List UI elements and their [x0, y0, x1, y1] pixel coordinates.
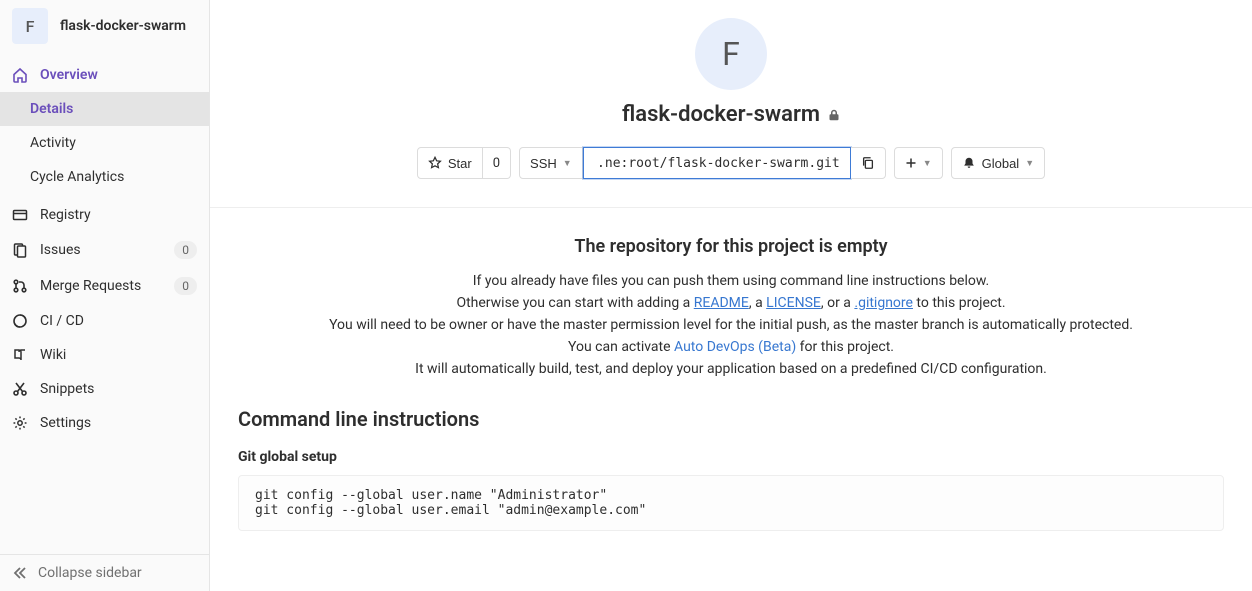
notification-group: Global ▼	[951, 147, 1046, 179]
issues-count-badge: 0	[174, 241, 197, 259]
cicd-icon	[12, 313, 28, 329]
copy-icon	[861, 156, 875, 170]
cli-section: Command line instructions Git global set…	[210, 403, 1252, 555]
sidebar-label-registry: Registry	[40, 207, 197, 223]
sidebar-item-issues[interactable]: Issues 0	[0, 232, 209, 268]
snippets-icon	[12, 381, 28, 397]
project-toolbar: Star 0 SSH ▼	[210, 127, 1252, 208]
star-icon	[428, 156, 442, 170]
sidebar-label-settings: Settings	[40, 415, 197, 431]
link-autodevops[interactable]: Auto DevOps (Beta)	[674, 339, 796, 355]
plus-icon	[905, 157, 917, 169]
hero-title: flask-docker-swarm	[622, 102, 840, 127]
sidebar-item-cicd[interactable]: CI / CD	[0, 304, 209, 338]
sidebar-item-overview[interactable]: Overview	[0, 58, 209, 92]
sidebar: F flask-docker-swarm Overview Details Ac…	[0, 0, 210, 591]
empty-line-2: Otherwise you can start with adding a RE…	[234, 295, 1228, 311]
project-hero: F flask-docker-swarm	[210, 0, 1252, 127]
bell-icon	[962, 156, 976, 170]
notification-dropdown[interactable]: Global ▼	[951, 147, 1046, 179]
registry-icon	[12, 207, 28, 223]
collapse-icon	[12, 565, 28, 581]
sidebar-item-snippets[interactable]: Snippets	[0, 372, 209, 406]
empty-line-1: If you already have files you can push t…	[234, 273, 1228, 289]
sidebar-label-issues: Issues	[40, 242, 162, 258]
add-dropdown[interactable]: ▼	[894, 147, 943, 179]
star-button[interactable]: Star	[417, 147, 483, 179]
empty-line-4: You can activate Auto DevOps (Beta) for …	[234, 339, 1228, 355]
star-label: Star	[448, 156, 472, 171]
collapse-label: Collapse sidebar	[38, 565, 142, 581]
add-group: ▼	[894, 147, 943, 179]
link-readme[interactable]: README	[694, 295, 749, 311]
subnav-details[interactable]: Details	[0, 92, 209, 126]
merge-request-icon	[12, 278, 28, 294]
home-icon	[12, 67, 28, 83]
sidebar-item-settings[interactable]: Settings	[0, 406, 209, 440]
gear-icon	[12, 415, 28, 431]
chevron-down-icon: ▼	[1025, 158, 1034, 168]
protocol-label: SSH	[530, 156, 557, 171]
collapse-sidebar[interactable]: Collapse sidebar	[0, 554, 209, 591]
subnav-activity[interactable]: Activity	[0, 126, 209, 160]
sidebar-item-wiki[interactable]: Wiki	[0, 338, 209, 372]
sidebar-label-mrs: Merge Requests	[40, 278, 162, 294]
empty-heading: The repository for this project is empty	[234, 236, 1228, 257]
sidebar-label-snippets: Snippets	[40, 381, 197, 397]
sidebar-item-merge-requests[interactable]: Merge Requests 0	[0, 268, 209, 304]
issues-icon	[12, 242, 28, 258]
copy-url-button[interactable]	[851, 147, 886, 179]
project-avatar: F	[12, 8, 48, 44]
sidebar-label-cicd: CI / CD	[40, 313, 197, 329]
lock-icon	[828, 109, 840, 121]
hero-title-text: flask-docker-swarm	[622, 102, 820, 127]
star-count: 0	[483, 147, 511, 179]
mrs-count-badge: 0	[174, 277, 197, 295]
cli-code-1: git config --global user.name "Administr…	[238, 475, 1224, 531]
protocol-dropdown[interactable]: SSH ▼	[519, 147, 583, 179]
empty-line-3: You will need to be owner or have the ma…	[234, 317, 1228, 333]
clone-group: SSH ▼	[519, 147, 886, 179]
main-content: F flask-docker-swarm Star 0	[210, 0, 1252, 591]
hero-avatar: F	[695, 18, 767, 90]
project-name: flask-docker-swarm	[60, 18, 186, 34]
empty-line-5: It will automatically build, test, and d…	[234, 361, 1228, 377]
link-gitignore[interactable]: .gitignore	[854, 295, 913, 311]
cli-subheading-1: Git global setup	[238, 449, 1224, 465]
chevron-down-icon: ▼	[923, 158, 932, 168]
chevron-down-icon: ▼	[563, 158, 572, 168]
link-license[interactable]: LICENSE	[766, 295, 821, 311]
wiki-icon	[12, 347, 28, 363]
subnav-cycle-analytics[interactable]: Cycle Analytics	[0, 160, 209, 194]
star-group: Star 0	[417, 147, 511, 179]
sidebar-item-registry[interactable]: Registry	[0, 198, 209, 232]
empty-repo-state: The repository for this project is empty…	[210, 208, 1252, 403]
sidebar-label-overview: Overview	[40, 67, 197, 83]
clone-url-input[interactable]	[583, 147, 851, 179]
sidebar-header[interactable]: F flask-docker-swarm	[0, 0, 209, 58]
cli-heading: Command line instructions	[238, 407, 1224, 431]
notification-label: Global	[982, 156, 1020, 171]
sidebar-label-wiki: Wiki	[40, 347, 197, 363]
